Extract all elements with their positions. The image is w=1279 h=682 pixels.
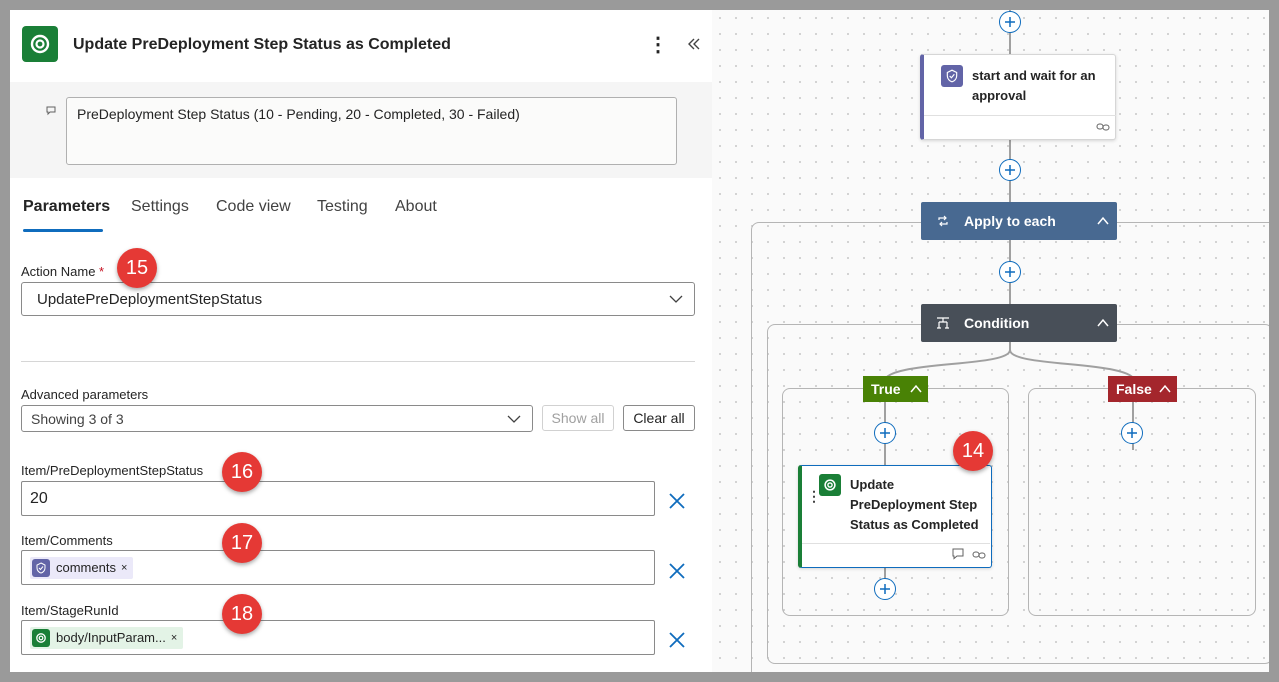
tab-testing[interactable]: Testing <box>317 198 368 216</box>
tab-about[interactable]: About <box>395 198 437 216</box>
screenshot-frame: Update PreDeployment Step Status as Comp… <box>10 10 1269 672</box>
required-mark: * <box>99 264 104 279</box>
show-all-button[interactable]: Show all <box>542 405 614 431</box>
comments-token-label: comments <box>56 560 116 575</box>
add-step-button[interactable] <box>999 11 1021 33</box>
action-details-panel: Update PreDeployment Step Status as Comp… <box>10 10 712 672</box>
true-branch-header[interactable]: True <box>863 376 928 402</box>
remove-parameter-icon[interactable] <box>668 562 686 580</box>
field-label-predeployment-step-status: Item/PreDeploymentStepStatus <box>21 463 203 478</box>
collapse-panel-button[interactable] <box>682 32 706 56</box>
comments-token[interactable]: comments × <box>30 557 133 579</box>
approval-card-title: start and wait for an approval <box>972 66 1112 106</box>
card-divider <box>924 115 1116 116</box>
panel-title: Update PreDeployment Step Status as Comp… <box>73 36 451 54</box>
tab-parameters[interactable]: Parameters <box>23 198 110 216</box>
step-badge-14: 14 <box>953 431 993 471</box>
approval-icon <box>32 559 50 577</box>
more-options-button[interactable]: ⋮ <box>648 32 668 56</box>
stage-run-id-token-label: body/InputParam... <box>56 630 166 645</box>
tab-settings[interactable]: Settings <box>131 198 189 216</box>
step-badge-15: 15 <box>117 248 157 288</box>
card-divider <box>802 543 990 544</box>
condition-header[interactable]: Condition <box>921 304 1117 342</box>
field-label-comments: Item/Comments <box>21 533 113 548</box>
update-action-card[interactable]: ⋮ Update PreDeployment Step Status as Co… <box>798 465 992 568</box>
action-name-select[interactable]: UpdatePreDeploymentStepStatus <box>21 282 695 316</box>
advanced-parameters-select[interactable]: Showing 3 of 3 <box>21 405 533 432</box>
false-branch-label: False <box>1116 381 1152 397</box>
link-icon <box>972 549 986 561</box>
add-step-button[interactable] <box>1121 422 1143 444</box>
advanced-parameters-value: Showing 3 of 3 <box>31 411 124 427</box>
plus-icon <box>1004 266 1016 278</box>
plus-icon <box>1004 164 1016 176</box>
add-step-button[interactable] <box>874 578 896 600</box>
condition-icon <box>936 316 950 330</box>
add-step-button[interactable] <box>999 261 1021 283</box>
more-options-icon: ⋮ <box>648 32 668 57</box>
stage-run-id-token[interactable]: body/InputParam... × <box>30 627 183 649</box>
clear-all-button[interactable]: Clear all <box>623 405 695 431</box>
predeployment-step-status-value: 20 <box>30 490 48 508</box>
add-step-button[interactable] <box>874 422 896 444</box>
link-icon <box>1096 121 1110 133</box>
stage-run-id-input[interactable]: body/InputParam... × <box>21 620 655 655</box>
false-branch-header[interactable]: False <box>1108 376 1177 402</box>
section-divider <box>21 361 695 362</box>
action-name-label-text: Action Name <box>21 264 95 279</box>
dataverse-icon <box>22 26 58 62</box>
dataverse-icon <box>32 629 50 647</box>
chevron-down-icon <box>668 291 684 307</box>
step-badge-17: 17 <box>222 523 262 563</box>
plus-icon <box>879 427 891 439</box>
step-badge-18: 18 <box>222 594 262 634</box>
chevron-down-icon <box>506 411 522 427</box>
note-textarea[interactable]: PreDeployment Step Status (10 - Pending,… <box>66 97 677 165</box>
step-badge-16: 16 <box>222 452 262 492</box>
chevron-up-icon[interactable] <box>1097 318 1109 328</box>
approval-action-card[interactable]: start and wait for an approval <box>920 54 1116 140</box>
plus-icon <box>879 583 891 595</box>
update-card-title: Update PreDeployment Step Status as Comp… <box>850 475 988 535</box>
note-section: PreDeployment Step Status (10 - Pending,… <box>10 82 712 178</box>
remove-token-icon[interactable]: × <box>121 562 127 574</box>
comment-icon <box>952 548 964 560</box>
remove-token-icon[interactable]: × <box>171 632 177 644</box>
remove-parameter-icon[interactable] <box>668 631 686 649</box>
plus-icon <box>1004 16 1016 28</box>
dataverse-icon <box>819 474 841 496</box>
chevron-up-icon[interactable] <box>1159 384 1171 394</box>
action-name-label: Action Name * <box>21 264 104 279</box>
add-step-button[interactable] <box>999 159 1021 181</box>
advanced-parameters-label: Advanced parameters <box>21 387 148 402</box>
approval-icon <box>941 65 963 87</box>
remove-parameter-icon[interactable] <box>668 492 686 510</box>
chevron-up-icon[interactable] <box>1097 216 1109 226</box>
tab-code-view[interactable]: Code view <box>216 198 291 216</box>
panel-header: Update PreDeployment Step Status as Comp… <box>10 10 712 82</box>
tab-bar: Parameters Settings Code view Testing Ab… <box>10 198 712 234</box>
apply-to-each-label: Apply to each <box>964 213 1056 229</box>
condition-label: Condition <box>964 315 1029 331</box>
loop-icon <box>937 215 949 227</box>
flow-canvas[interactable]: start and wait for an approval Apply to … <box>712 10 1269 672</box>
comments-input[interactable]: comments × <box>21 550 655 585</box>
predeployment-step-status-input[interactable]: 20 <box>21 481 655 516</box>
true-branch-label: True <box>871 381 901 397</box>
active-tab-indicator <box>23 229 103 232</box>
chevron-up-icon[interactable] <box>910 384 922 394</box>
plus-icon <box>1126 427 1138 439</box>
false-branch-container <box>1028 388 1256 616</box>
double-chevron-left-icon <box>686 36 702 52</box>
comment-icon <box>46 106 56 116</box>
action-name-value: UpdatePreDeploymentStepStatus <box>37 291 262 308</box>
field-label-stage-run-id: Item/StageRunId <box>21 603 119 618</box>
apply-to-each-header[interactable]: Apply to each <box>921 202 1117 240</box>
